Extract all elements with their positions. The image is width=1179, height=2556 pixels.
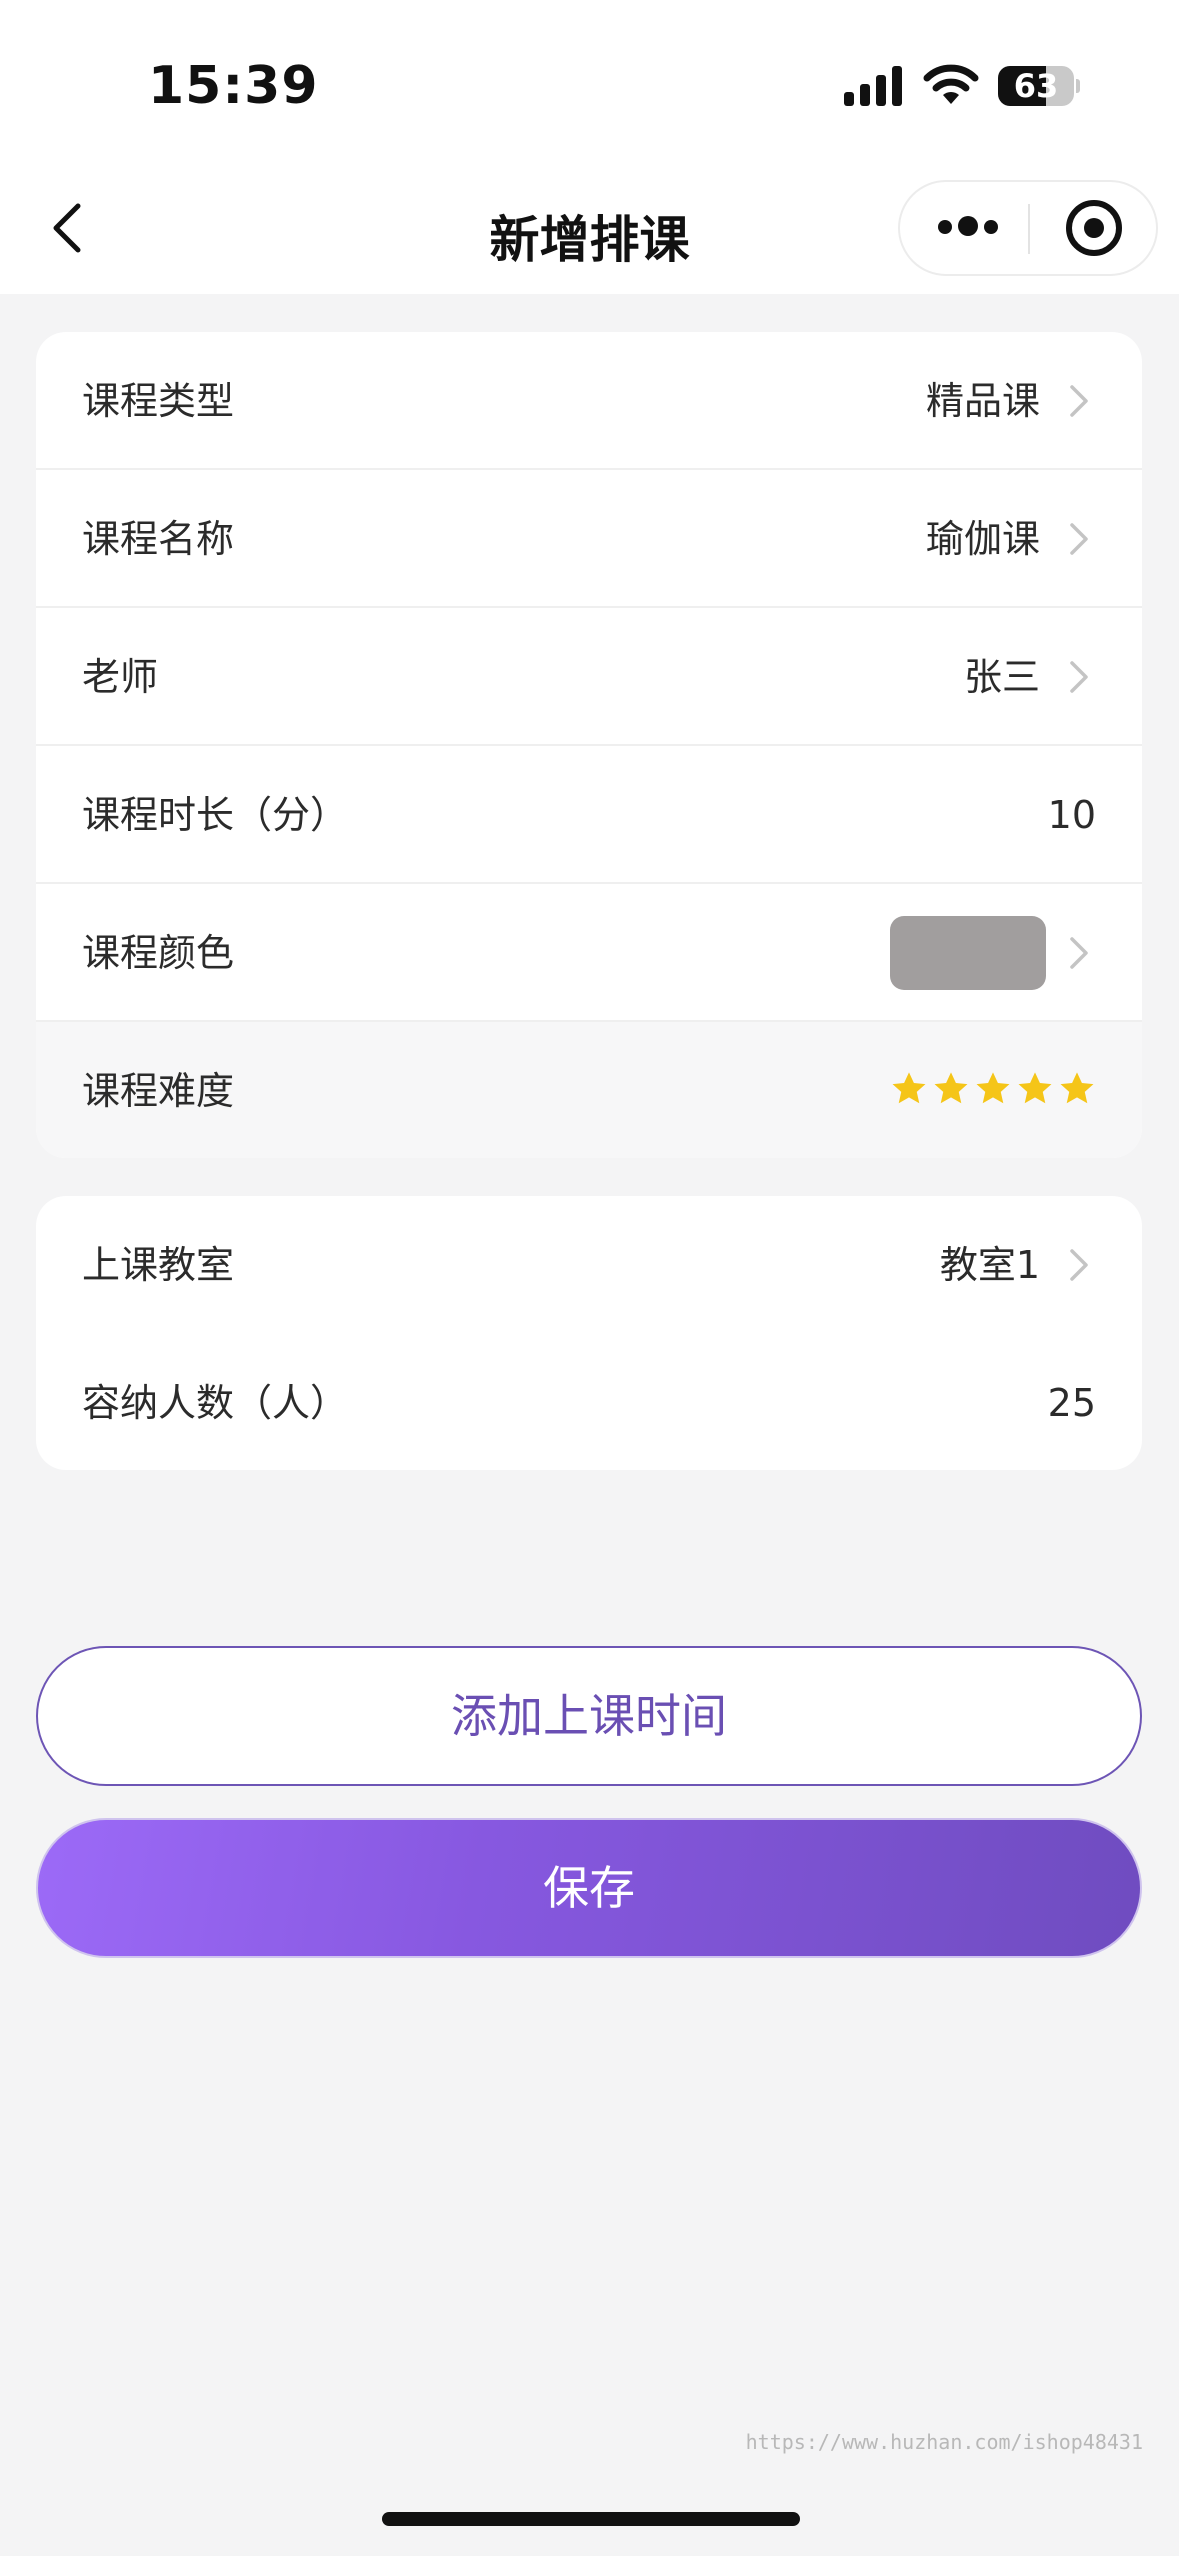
course-type-value: 精品课: [925, 379, 1040, 423]
capacity-value: 25: [1047, 1381, 1096, 1425]
save-button[interactable]: 保存: [36, 1818, 1142, 1958]
classroom-label: 上课教室: [82, 1243, 235, 1287]
teacher-row[interactable]: 老师 张三: [36, 608, 1142, 746]
star-icon[interactable]: [890, 1070, 928, 1108]
wifi-icon: [923, 64, 979, 104]
course-name-label: 课程名称: [82, 517, 235, 561]
status-bar: 15:39 63: [0, 0, 1179, 170]
target-icon[interactable]: [1030, 182, 1158, 274]
star-icon[interactable]: [1016, 1070, 1054, 1108]
chevron-right-icon: [1070, 1249, 1088, 1281]
star-icon[interactable]: [1058, 1070, 1096, 1108]
mini-program-capsule: [898, 180, 1158, 276]
capacity-row: 容纳人数（人） 25: [36, 1334, 1142, 1470]
course-type-label: 课程类型: [82, 379, 235, 423]
teacher-label: 老师: [82, 655, 159, 699]
battery-icon: 63: [998, 66, 1080, 106]
star-icon[interactable]: [932, 1070, 970, 1108]
duration-row[interactable]: 课程时长（分） 10: [36, 746, 1142, 884]
classroom-card: 上课教室 教室1 容纳人数（人） 25: [36, 1196, 1142, 1470]
color-swatch[interactable]: [890, 916, 1046, 990]
classroom-row[interactable]: 上课教室 教室1: [36, 1196, 1142, 1334]
nav-bar: 新增排课: [0, 170, 1179, 294]
more-dots-icon[interactable]: [900, 182, 1028, 274]
teacher-value: 张三: [963, 655, 1040, 699]
add-class-time-button[interactable]: 添加上课时间: [36, 1646, 1142, 1786]
difficulty-label: 课程难度: [82, 1069, 235, 1113]
difficulty-row: 课程难度: [36, 1022, 1142, 1158]
capacity-label: 容纳人数（人）: [82, 1381, 349, 1425]
duration-label: 课程时长（分）: [82, 793, 349, 837]
chevron-right-icon: [1070, 523, 1088, 555]
classroom-value: 教室1: [939, 1243, 1040, 1287]
battery-level: 63: [1013, 67, 1059, 105]
course-color-row[interactable]: 课程颜色: [36, 884, 1142, 1022]
difficulty-stars[interactable]: [890, 1070, 1096, 1110]
duration-value[interactable]: 10: [1048, 746, 1096, 884]
course-color-label: 课程颜色: [82, 931, 235, 975]
watermark: https://www.huzhan.com/ishop48431: [745, 2430, 1143, 2454]
course-type-row[interactable]: 课程类型 精品课: [36, 332, 1142, 470]
signal-icon: [844, 66, 902, 106]
course-name-row[interactable]: 课程名称 瑜伽课: [36, 470, 1142, 608]
chevron-right-icon: [1070, 937, 1088, 969]
chevron-right-icon: [1070, 661, 1088, 693]
course-name-value: 瑜伽课: [925, 517, 1040, 561]
page: 15:39 63 新增排课 课程类型 精品课 课程名称 瑜伽课 老师 张三 课程…: [0, 0, 1179, 2556]
star-icon[interactable]: [974, 1070, 1012, 1108]
course-info-card: 课程类型 精品课 课程名称 瑜伽课 老师 张三 课程时长（分） 10 课程颜色 …: [36, 332, 1142, 1158]
chevron-right-icon: [1070, 385, 1088, 417]
home-indicator[interactable]: [382, 2512, 800, 2526]
status-time: 15:39: [148, 56, 319, 116]
